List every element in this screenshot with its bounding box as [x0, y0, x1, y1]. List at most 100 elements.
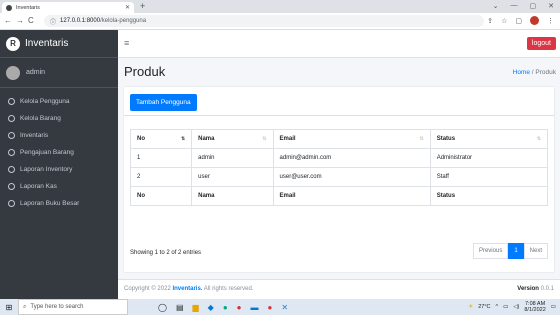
- url-host: 127.0.0.1:8000: [60, 18, 101, 24]
- breadcrumb-current: Produk: [535, 69, 556, 76]
- sidebar-item-pengajuan-barang[interactable]: Pengajuan Barang: [0, 144, 118, 161]
- close-tab-icon[interactable]: ✕: [125, 4, 130, 11]
- windows-start-icon[interactable]: ⊞: [0, 303, 18, 312]
- breadcrumb-home-link[interactable]: Home: [513, 69, 530, 76]
- browser-tab[interactable]: Inventaris ✕: [2, 2, 134, 13]
- reload-icon[interactable]: C: [28, 16, 34, 25]
- clock-date: 8/1/2022: [524, 307, 546, 313]
- logout-button[interactable]: logout: [526, 37, 556, 50]
- network-icon[interactable]: ▭: [503, 304, 508, 310]
- top-navbar: ≡ logout: [118, 30, 560, 58]
- sidebar-item-label: Laporan Buku Besar: [20, 200, 80, 207]
- avatar: [6, 65, 20, 80]
- app-icon[interactable]: ●: [237, 303, 242, 312]
- table-cell: Administrator: [429, 148, 549, 168]
- maximize-icon[interactable]: ▢: [530, 2, 537, 10]
- footer-header-nama: Nama: [191, 186, 274, 206]
- sort-icon: ⇅: [180, 136, 186, 142]
- table-cell: user@user.com: [272, 167, 431, 187]
- pagination: Previous 1 Next: [472, 243, 548, 259]
- sort-icon: ⇅: [262, 136, 267, 142]
- volume-icon[interactable]: ◁): [513, 304, 519, 310]
- bookmark-star-icon[interactable]: ☆: [501, 17, 507, 25]
- brand-name: Inventaris: [25, 38, 69, 49]
- previous-button[interactable]: Previous: [472, 243, 509, 259]
- circle-icon: [8, 132, 15, 139]
- sidebar-item-label: Inventaris: [20, 132, 49, 139]
- footer-header-no: No: [129, 186, 193, 206]
- footer-rights: All rights reserved.: [202, 286, 254, 292]
- brand-logo-icon: R: [6, 36, 20, 51]
- user-name: admin: [26, 69, 46, 76]
- browser-tab-strip: Inventaris ✕ + ⌄ — ▢ ✕: [0, 0, 560, 13]
- back-icon[interactable]: ←: [4, 16, 12, 25]
- chrome-icon[interactable]: ●: [268, 303, 273, 312]
- minimize-icon[interactable]: —: [511, 2, 518, 10]
- column-header-nama[interactable]: Nama ⇅: [191, 129, 274, 149]
- table-cell: Staff: [429, 167, 549, 187]
- search-icon: ⌕: [23, 303, 27, 310]
- sidebar-item-laporan-inventory[interactable]: Laporan Inventory: [0, 161, 118, 178]
- next-button[interactable]: Next: [523, 243, 548, 259]
- add-user-button[interactable]: Tambah Pengguna: [130, 94, 197, 111]
- file-explorer-icon[interactable]: ▆: [193, 303, 199, 312]
- notification-icon[interactable]: ▭: [551, 304, 556, 310]
- taskbar: ⊞ ⌕ Type here to search ◯ ▤ ▆ ◆ ● ● ▬ ● …: [0, 299, 560, 315]
- sidebar-item-laporan-buku-besar[interactable]: Laporan Buku Besar: [0, 195, 118, 212]
- sidebar-item-laporan-kas[interactable]: Laporan Kas: [0, 178, 118, 195]
- clock[interactable]: 7:08 AM 8/1/2022: [524, 301, 545, 313]
- vscode-icon[interactable]: ✕: [281, 303, 288, 312]
- hamburger-menu-icon[interactable]: ≡: [124, 38, 129, 48]
- page-title: Produk: [124, 64, 166, 79]
- task-view-icon[interactable]: ◯: [158, 303, 167, 312]
- table-cell: user: [191, 167, 274, 187]
- close-window-icon[interactable]: ✕: [548, 2, 554, 10]
- page-footer: Copyright © 2022 Inventaris. All rights …: [118, 279, 560, 299]
- user-panel[interactable]: admin: [0, 58, 118, 88]
- forward-icon[interactable]: →: [16, 16, 24, 25]
- mail-icon[interactable]: ▬: [251, 303, 259, 312]
- tray-chevron-icon[interactable]: ^: [496, 304, 499, 310]
- weather-icon: ☀: [468, 304, 474, 310]
- circle-icon: [8, 115, 15, 122]
- widgets-icon[interactable]: ▤: [176, 303, 184, 312]
- store-icon[interactable]: ◆: [208, 303, 214, 312]
- tab-title: Inventaris: [16, 4, 40, 11]
- page-1-button[interactable]: 1: [508, 243, 524, 259]
- new-tab-icon[interactable]: +: [140, 1, 145, 11]
- taskbar-search-input[interactable]: ⌕ Type here to search: [18, 299, 128, 315]
- table-header-row: No ⇅ Nama ⇅ Email ⇅ Status ⇅: [129, 129, 549, 149]
- profile-avatar-icon[interactable]: [530, 16, 539, 25]
- sidebar: R Inventaris admin Kelola Pengguna Kelol…: [0, 30, 118, 299]
- sidebar-item-kelola-pengguna[interactable]: Kelola Pengguna: [0, 93, 118, 110]
- system-tray: ☀ 27°C ^ ▭ ◁) 7:08 AM 8/1/2022 ▭: [468, 301, 560, 313]
- edge-icon[interactable]: ●: [223, 303, 228, 312]
- circle-icon: [8, 200, 15, 207]
- footer-brand-link[interactable]: Inventaris.: [172, 286, 202, 292]
- column-header-email[interactable]: Email ⇅: [272, 129, 431, 149]
- footer-header-status: Status: [429, 186, 549, 206]
- menu-dots-icon[interactable]: ⋮: [547, 17, 554, 25]
- circle-icon: [8, 149, 15, 156]
- url-path: /kelola-pengguna: [100, 18, 147, 24]
- sidebar-item-kelola-barang[interactable]: Kelola Barang: [0, 110, 118, 127]
- dropdown-icon[interactable]: ⌄: [493, 2, 499, 10]
- column-header-status[interactable]: Status ⇅: [429, 129, 549, 149]
- info-icon: ⓘ: [50, 19, 57, 26]
- share-icon[interactable]: ⇪: [487, 17, 493, 25]
- table-row: 1 admin admin@admin.com Administrator: [129, 148, 549, 168]
- sidebar-item-label: Pengajuan Barang: [20, 149, 74, 156]
- sidepanel-icon[interactable]: ▢: [515, 17, 522, 25]
- table-cell: 2: [129, 167, 193, 187]
- brand-link[interactable]: R Inventaris: [0, 30, 118, 58]
- sidebar-item-label: Kelola Pengguna: [20, 98, 70, 105]
- url-field[interactable]: ⓘ 127.0.0.1:8000/kelola-pengguna: [44, 15, 484, 27]
- column-header-no[interactable]: No ⇅: [129, 129, 193, 149]
- table-cell: 1: [129, 148, 193, 168]
- sidebar-item-inventaris[interactable]: Inventaris: [0, 127, 118, 144]
- card-divider: [124, 115, 554, 116]
- sort-icon: ⇅: [419, 136, 424, 142]
- weather-temp[interactable]: 27°C: [478, 304, 490, 310]
- sidebar-item-label: Kelola Barang: [20, 115, 61, 122]
- circle-icon: [8, 166, 15, 173]
